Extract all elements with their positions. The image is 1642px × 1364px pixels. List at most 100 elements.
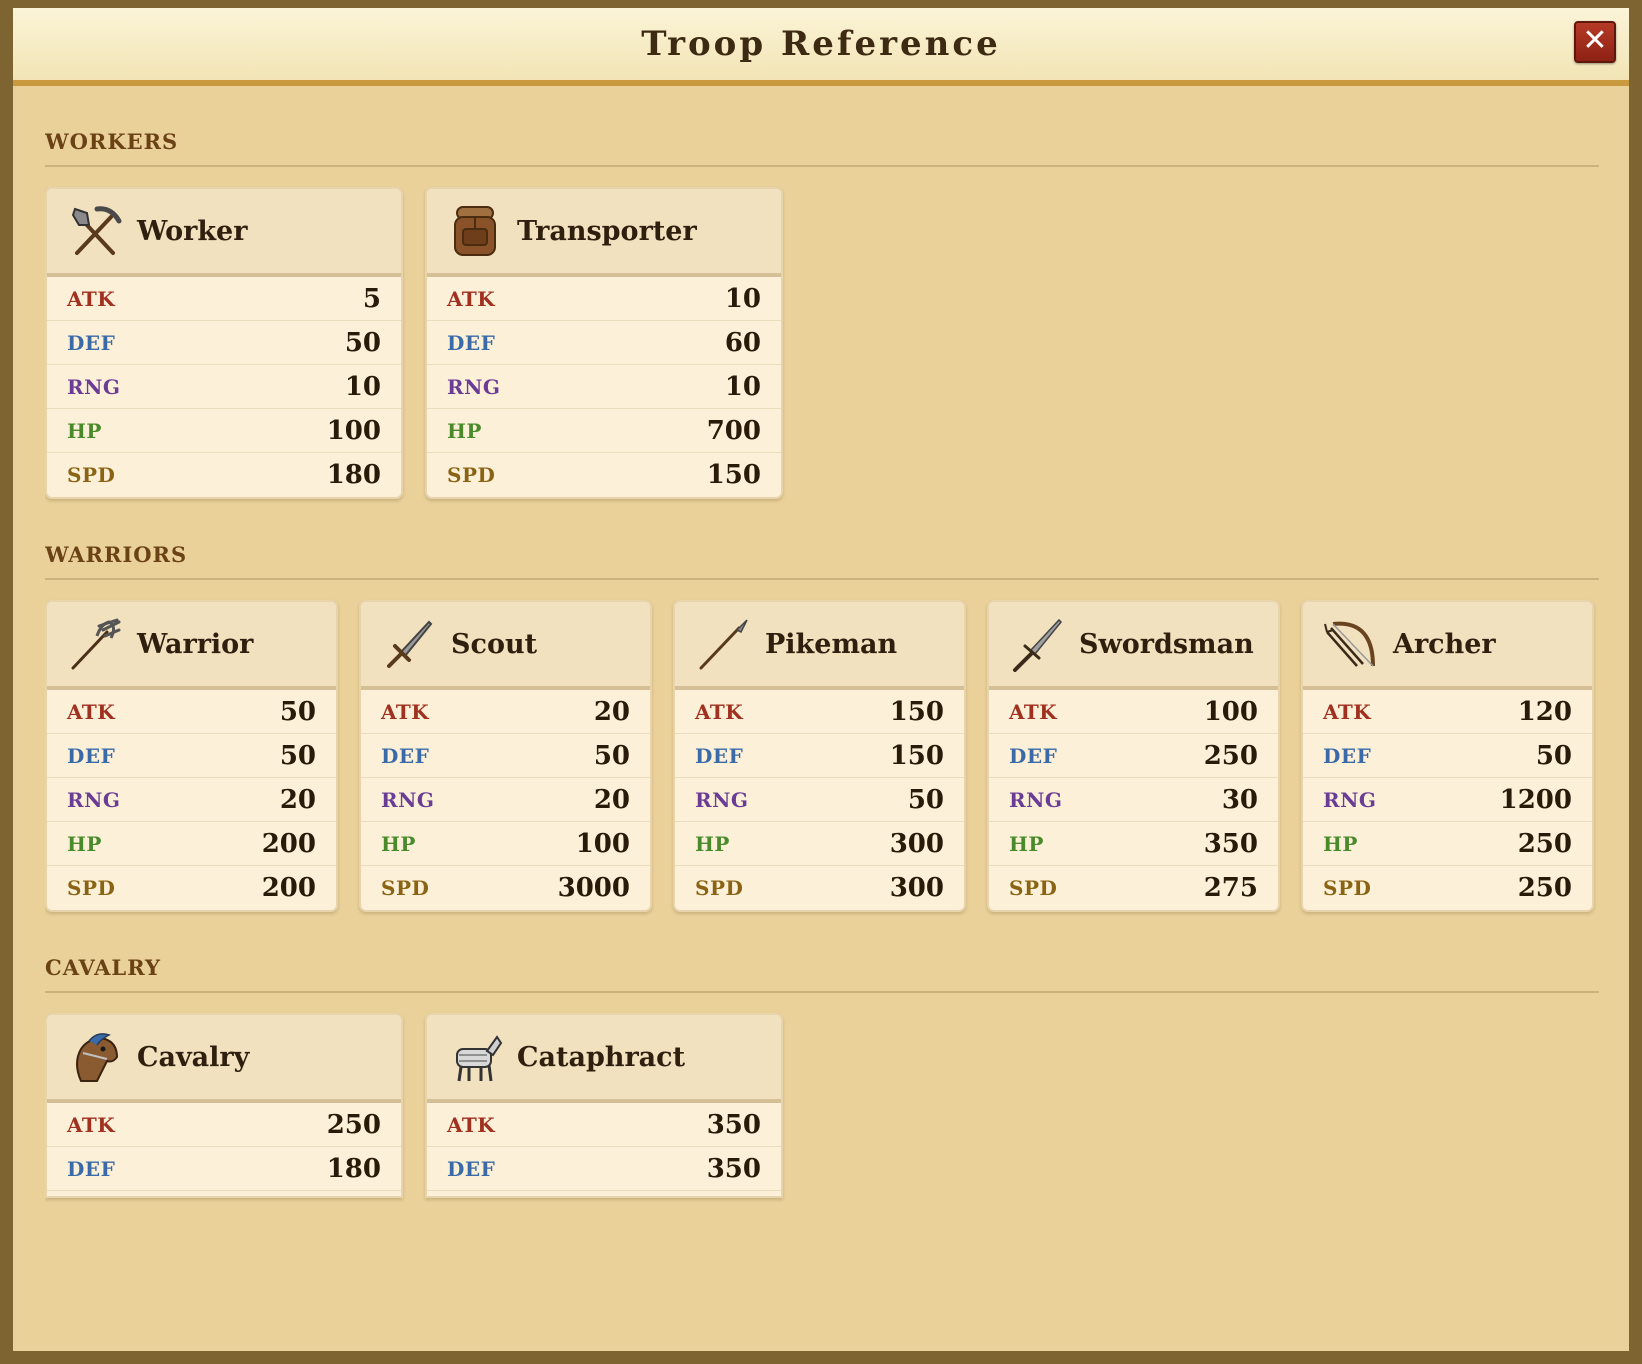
stat-row-def: DEF 180 [47, 1147, 401, 1191]
stat-row-atk: ATK 20 [361, 690, 650, 734]
unit-card-warrior: Warrior ATK 50 DEF 50 RNG 20 HP 200 SPD 200 [45, 600, 338, 912]
stat-label: SPD [1323, 876, 1372, 900]
stat-value: 100 [1203, 696, 1258, 727]
stat-value: 250 [326, 1109, 381, 1140]
stat-row-spd: SPD 200 [47, 866, 336, 910]
stat-label: ATK [447, 286, 496, 311]
stat-row-spd: SPD 180 [47, 453, 401, 497]
stat-label: ATK [1323, 699, 1372, 724]
stat-label: RNG [447, 374, 501, 399]
stat-label: SPD [381, 876, 430, 900]
stat-label: SPD [1009, 876, 1058, 900]
section-divider [45, 578, 1599, 580]
stat-value: 10 [724, 283, 761, 314]
stat-value: 50 [344, 327, 381, 358]
stat-value: 50 [279, 696, 316, 727]
stat-value: 180 [326, 460, 381, 490]
stat-value: 275 [1203, 873, 1258, 903]
stat-value: 50 [1535, 740, 1572, 771]
horse-head-icon [76, 1033, 119, 1082]
stat-label: DEF [1009, 743, 1058, 768]
stat-label: RNG [67, 374, 121, 399]
stat-label: HP [67, 418, 102, 443]
dagger-icon [387, 620, 433, 668]
stat-row-atk: ATK 5 [47, 277, 401, 321]
stat-value: 350 [1203, 828, 1258, 859]
section-divider [45, 991, 1599, 993]
stat-row-def: DEF 50 [361, 734, 650, 778]
stat-row-def: DEF 50 [1303, 734, 1592, 778]
stat-label: HP [1009, 831, 1044, 856]
sword-icon [1013, 618, 1063, 672]
stat-label: RNG [381, 787, 435, 812]
stat-row-def: DEF 60 [427, 321, 781, 365]
unit-card-header: Warrior [47, 602, 336, 690]
stat-row-atk: ATK 250 [47, 1103, 401, 1147]
stat-label: DEF [381, 743, 430, 768]
unit-name: Transporter [517, 215, 697, 247]
unit-name: Warrior [137, 628, 254, 660]
stat-row-def: DEF 350 [427, 1147, 781, 1191]
stat-row-hp: HP 250 [1303, 822, 1592, 866]
stat-row-spd: SPD 300 [675, 866, 964, 910]
stat-value: 10 [724, 371, 761, 402]
stat-row-def: DEF 50 [47, 734, 336, 778]
stat-value: 250 [1517, 873, 1572, 903]
stat-label: DEF [447, 330, 496, 355]
trident-icon [71, 618, 121, 670]
stat-label: ATK [381, 699, 430, 724]
unit-name: Scout [451, 628, 538, 660]
stat-row-rng: RNG 10 [47, 365, 401, 409]
section-title: CAVALRY [45, 955, 161, 980]
stat-label: HP [1323, 831, 1358, 856]
stat-value: 100 [326, 415, 381, 446]
stat-value: 700 [706, 415, 761, 446]
stat-label: ATK [447, 1112, 496, 1137]
stat-row-rng [47, 1191, 401, 1196]
armored-horse-icon [456, 1035, 503, 1082]
close-button[interactable]: ✕ [1574, 21, 1616, 63]
section-cavalry: CAVALRY Cavalry ATK 250 DEF 180 Cataphra… [45, 912, 1599, 1198]
stat-row-atk: ATK 10 [427, 277, 781, 321]
stat-row-rng: RNG 20 [47, 778, 336, 822]
modal-content: WORKERS Worker ATK 5 DEF 50 RNG 10 HP 10… [45, 86, 1599, 1351]
unit-card-worker: Worker ATK 5 DEF 50 RNG 10 HP 100 SPD 180 [45, 187, 403, 499]
stat-label: SPD [67, 876, 116, 900]
stat-value: 120 [1517, 696, 1572, 727]
stat-value: 50 [279, 740, 316, 771]
bow-arrows-icon [1324, 621, 1375, 667]
stat-row-hp: HP 100 [47, 409, 401, 453]
unit-name: Swordsman [1079, 628, 1254, 660]
unit-card-header: Scout [361, 602, 650, 690]
stat-label: SPD [695, 876, 744, 900]
backpack-icon [454, 206, 496, 256]
stat-value: 350 [706, 1109, 761, 1140]
stat-row-spd: SPD 275 [989, 866, 1278, 910]
stat-label: DEF [695, 743, 744, 768]
stat-row-spd: SPD 150 [427, 453, 781, 497]
pike-icon [699, 619, 748, 670]
stat-label: DEF [1323, 743, 1372, 768]
stat-label: HP [381, 831, 416, 856]
stat-row-hp: HP 350 [989, 822, 1278, 866]
unit-name: Archer [1393, 628, 1496, 660]
stat-label: ATK [67, 286, 116, 311]
stat-row-hp: HP 200 [47, 822, 336, 866]
unit-name: Worker [137, 215, 248, 247]
unit-name: Cavalry [137, 1041, 250, 1073]
stat-label: ATK [67, 1112, 116, 1137]
stat-value: 50 [593, 740, 630, 771]
stat-row-hp: HP 700 [427, 409, 781, 453]
stat-row-rng: RNG 20 [361, 778, 650, 822]
stat-value: 5 [362, 283, 381, 314]
stat-label: SPD [67, 463, 116, 487]
stat-value: 100 [575, 828, 630, 859]
stat-row-hp: HP 100 [361, 822, 650, 866]
stat-row-spd: SPD 3000 [361, 866, 650, 910]
stat-row-atk: ATK 350 [427, 1103, 781, 1147]
unit-card-scout: Scout ATK 20 DEF 50 RNG 20 HP 100 SPD 3000 [359, 600, 652, 912]
unit-card-transporter: Transporter ATK 10 DEF 60 RNG 10 HP 700 SPD 1… [425, 187, 783, 499]
section-warriors: WARRIORS Warrior ATK 50 DEF 50 RNG 20 HP… [45, 499, 1599, 912]
stat-label: DEF [447, 1156, 496, 1181]
modal-title: Troop Reference [641, 24, 1001, 64]
